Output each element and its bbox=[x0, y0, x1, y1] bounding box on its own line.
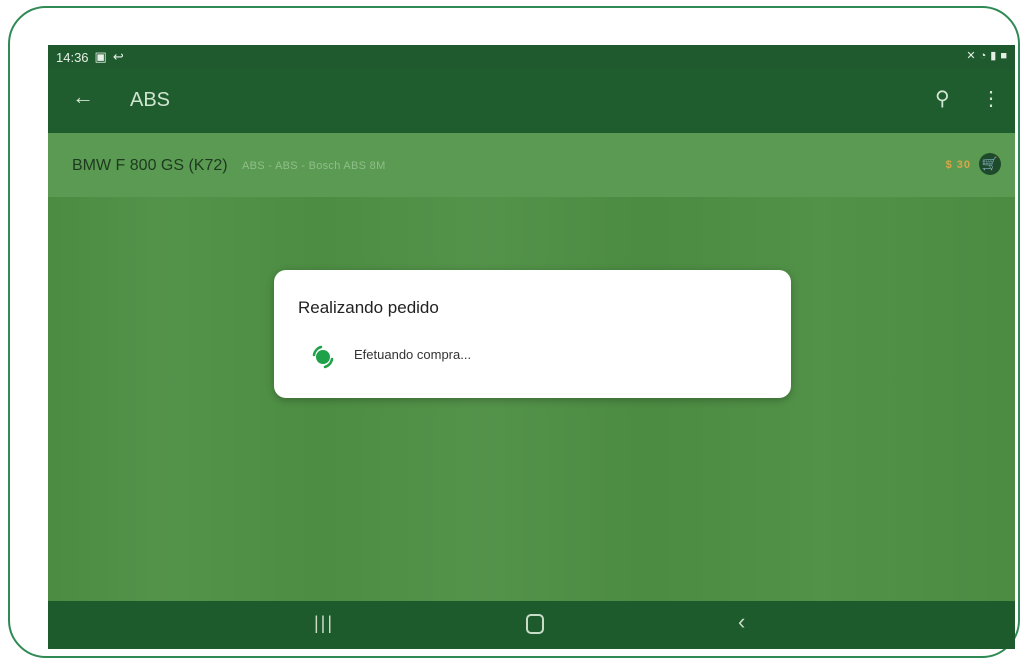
product-price: $ 30 bbox=[945, 159, 971, 171]
product-name: BMW F 800 GS (K72) bbox=[72, 157, 228, 174]
dialog-title: Realizando pedido bbox=[298, 298, 439, 317]
product-description: ABS - ABS - Bosch ABS 8M bbox=[242, 160, 386, 172]
progress-dialog: Realizando pedido Efetuando compra... bbox=[274, 270, 791, 398]
loading-spinner-icon bbox=[312, 345, 334, 369]
home-icon[interactable] bbox=[526, 614, 544, 634]
search-icon[interactable]: ⚲ bbox=[935, 87, 959, 111]
recent-apps-icon[interactable]: ||| bbox=[314, 613, 334, 637]
status-time: 14:36 bbox=[56, 49, 89, 65]
cart-icon[interactable]: 🛒 bbox=[979, 153, 1001, 175]
wifi-icon: ◔ bbox=[979, 49, 987, 62]
status-bar: 14:36 ▣ ↩ ✕ ◔ ▮ ■ bbox=[48, 45, 1015, 69]
gallery-icon: ▣ bbox=[94, 49, 107, 64]
back-arrow-icon[interactable]: ← bbox=[72, 83, 100, 111]
app-bar: ← ABS ⚲ ⋮ bbox=[48, 69, 1015, 133]
product-row[interactable]: BMW F 800 GS (K72) ABS - ABS - Bosch ABS… bbox=[48, 133, 1015, 198]
signal-icon: ▮ bbox=[990, 50, 997, 62]
notification-icon: ↩ bbox=[112, 49, 124, 64]
dialog-message: Efetuando compra... bbox=[354, 347, 472, 362]
more-vert-icon[interactable]: ⋮ bbox=[981, 87, 1001, 111]
nav-back-icon[interactable]: ‹ bbox=[738, 609, 745, 635]
battery-icon: ■ bbox=[1000, 49, 1007, 62]
page-title: ABS bbox=[130, 89, 171, 111]
mute-icon: ✕ bbox=[966, 50, 976, 62]
content-area bbox=[48, 197, 1015, 601]
tablet-screen: 14:36 ▣ ↩ ✕ ◔ ▮ ■ ← ABS ⚲ ⋮ BMW F 800 GS… bbox=[48, 45, 1015, 649]
device-frame: 14:36 ▣ ↩ ✕ ◔ ▮ ■ ← ABS ⚲ ⋮ BMW F 800 GS… bbox=[8, 6, 1020, 658]
navigation-bar: ||| ‹ bbox=[48, 601, 1015, 649]
